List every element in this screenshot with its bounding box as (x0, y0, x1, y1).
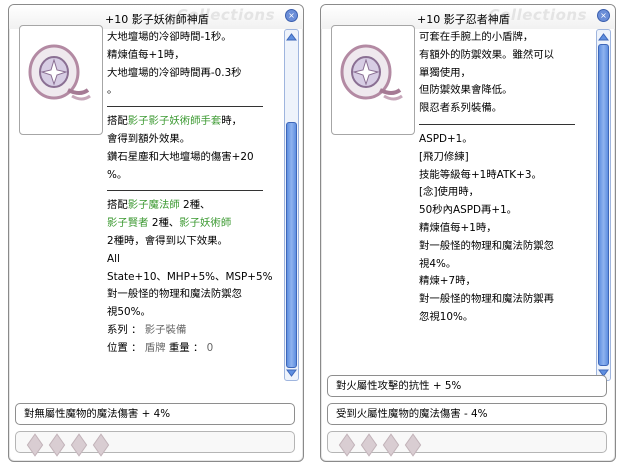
close-icon[interactable]: × (285, 9, 298, 22)
item-description: 可套在手腕上的小盾牌， 有額外的防禦效果。雖然可以 單獨使用， 但防禦效果會降低。 限忍… (419, 29, 585, 381)
divider (419, 123, 575, 125)
random-option-1: 對火屬性攻擊的抗性 + 5% (327, 375, 607, 397)
text-span: 搭配 (107, 199, 128, 212)
description-line: 有額外的防禦效果。雖然可以 (419, 48, 555, 61)
card-slot-icon (26, 433, 44, 457)
divider (107, 190, 263, 192)
description-line: State+10、MHP+5%、MSP+5%。 (107, 270, 273, 283)
description-line: 搭配影子魔法師 2種、 (107, 197, 273, 215)
scrollbar[interactable] (284, 29, 299, 381)
random-option-1: 對無屬性魔物的魔法傷害 + 4% (15, 403, 295, 425)
description-line: 視4%。 (419, 257, 457, 270)
item-image (331, 25, 415, 135)
random-option-2: 受到火屬性魔物的魔法傷害 - 4% (327, 403, 607, 425)
card-slot-icon (404, 433, 422, 457)
card-slot-icon (92, 433, 110, 457)
description-line: 限忍者系列裝備。 (419, 102, 503, 115)
text-span: 重量 ： (165, 341, 207, 354)
scroll-down-arrow-icon[interactable] (286, 368, 297, 378)
description-line: %。 (107, 168, 128, 181)
description-line: 對一般怪的物理和魔法防禦再 (419, 293, 555, 306)
text-span: 搭配 (107, 115, 128, 128)
item-image (19, 25, 103, 135)
description-line: 單獨使用， (419, 66, 471, 79)
scroll-thumb[interactable] (286, 122, 297, 368)
description-line: 對一般怪的物理和魔法防禦忽 (107, 288, 243, 301)
description-line: 可套在手腕上的小盾牌， (419, 31, 534, 43)
text-span: 0 (206, 341, 214, 354)
set-item-link: 影子影子妖術師手套 (127, 115, 222, 128)
description-line: [飛刀修練] (419, 150, 469, 163)
text-span: 2種、 (179, 199, 211, 212)
description-line: 搭配影子影子妖術師手套時， (107, 113, 273, 131)
set-item-link: 影子魔法師 (127, 199, 180, 212)
shield-item-icon (340, 44, 403, 101)
description-line: 視50%。 (107, 306, 151, 319)
description-line: 鑽石星塵和大地壇場的傷害+20 (107, 150, 254, 163)
description-line: 會得到額外效果。 (107, 132, 191, 145)
description-line: 對一般怪的物理和魔法防禦忽 (419, 239, 555, 252)
item-description: 大地壇場的冷卻時間-1秒。 精煉值每+1時， 大地壇場的冷卻時間再-0.3秒。搭配影… (107, 29, 273, 381)
description-line: 技能等級每+1時ATK+3。 (419, 168, 542, 181)
text-span: 影子裝備 (144, 323, 187, 336)
description-line: 50秒內ASPD再+1。 (419, 204, 518, 217)
card-slot-icon (360, 433, 378, 457)
close-icon[interactable]: × (597, 9, 610, 22)
item-title: +10 影子忍者神盾 (417, 13, 510, 26)
text-span: 時， (221, 115, 243, 128)
card-slot-icon (382, 433, 400, 457)
item-title: +10 影子妖術師神盾 (105, 13, 209, 26)
description-line: 忽視10%。 (419, 310, 474, 323)
text-span: 盾牌 (144, 341, 166, 354)
description-line: 精煉+7時， (419, 275, 476, 288)
description-line: All (107, 252, 120, 265)
description-line: 大地壇場的冷卻時間再-0.3秒 (107, 66, 242, 79)
set-item-link: 影子賢者 (107, 217, 149, 230)
set-item-link: 影子妖術師 (179, 217, 232, 230)
scroll-thumb[interactable] (598, 44, 609, 366)
text-span: 2種、 (148, 217, 180, 230)
scroll-up-arrow-icon[interactable] (598, 32, 609, 42)
card-slots (15, 431, 295, 457)
description-line: 系列 ： 影子裝備 (107, 322, 273, 340)
text-span: 位置 ： (107, 341, 145, 354)
text-span: 系列 ： (107, 323, 145, 336)
card-slot-icon (338, 433, 356, 457)
shield-item-icon (28, 44, 91, 101)
card-slots (327, 431, 607, 457)
description-line: 位置 ： 盾牌 重量 ： 0 (107, 340, 273, 358)
description-line: 精煉值每+1時， (107, 48, 185, 61)
card-slot-icon (70, 433, 88, 457)
description-line: [念]使用時， (419, 186, 480, 199)
divider (107, 106, 263, 108)
scrollbar[interactable] (596, 29, 611, 381)
description-line: ASPD+1。 (419, 132, 473, 145)
description-line: 2種時，會得到以下效果。 (107, 234, 228, 247)
scroll-up-arrow-icon[interactable] (286, 32, 297, 42)
description-line: 大地壇場的冷卻時間-1秒。 (107, 31, 232, 43)
description-line: 影子賢者 2種、影子妖術師 (107, 215, 273, 233)
description-line: 。 (107, 84, 118, 97)
description-line: 但防禦效果會降低。 (419, 84, 513, 97)
item-tooltip-left: Collections +10 影子妖術師神盾 × 大地壇場的冷卻時間-1秒。精… (8, 4, 304, 462)
item-tooltip-right: Collections +10 影子忍者神盾 × 可套在手腕上的小盾牌， 有額外的… (320, 4, 616, 462)
description-line: 精煉值每+1時， (419, 221, 497, 234)
card-slot-icon (48, 433, 66, 457)
